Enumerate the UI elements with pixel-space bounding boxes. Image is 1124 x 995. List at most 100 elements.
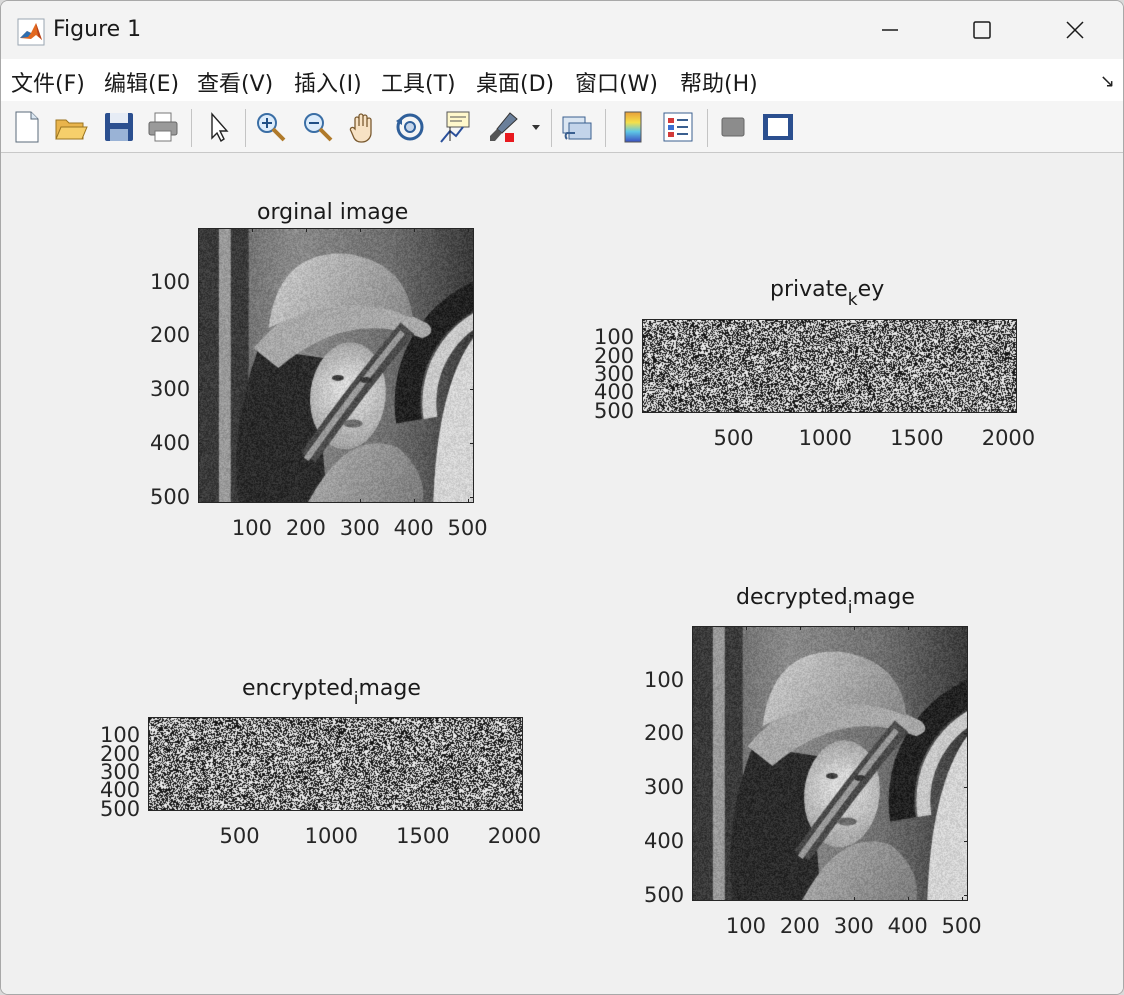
decrypted-image-axes[interactable] — [692, 626, 968, 901]
y-tick-label: 500 — [644, 882, 685, 907]
menu-desktop[interactable]: 桌面(D) — [476, 66, 554, 98]
original-image-axes[interactable] — [198, 228, 474, 503]
x-tick-label: 500 — [713, 426, 754, 450]
axes1-title: orginal image — [257, 200, 409, 225]
x-tick-mark — [467, 228, 469, 232]
portrait-image — [199, 229, 473, 502]
close-button[interactable] — [1052, 9, 1098, 51]
x-tick-mark — [422, 807, 424, 811]
pan-hand-icon — [349, 113, 372, 143]
menu-file[interactable]: 文件(F) — [11, 66, 85, 98]
colorbar-icon — [624, 111, 642, 143]
figure-toolbar — [1, 101, 1123, 153]
zoom-out-button[interactable] — [300, 109, 336, 145]
window-title: Figure 1 — [53, 17, 142, 42]
y-tick-mark — [692, 787, 696, 789]
pan-button[interactable] — [346, 109, 382, 145]
y-tick-mark — [1013, 374, 1017, 376]
open-file-button[interactable] — [53, 109, 89, 145]
y-tick-mark — [519, 790, 523, 792]
x-tick-mark — [907, 897, 909, 901]
y-tick-mark — [198, 335, 202, 337]
data-cursor-icon — [440, 111, 470, 143]
y-tick-mark — [519, 753, 523, 755]
figure-window: Figure 1 文件(F) 编辑(E) 查看(V) 插入(I) 工具(T) 桌… — [0, 0, 1124, 995]
x-tick-mark — [251, 228, 253, 232]
legend-button[interactable] — [660, 109, 696, 145]
print-button[interactable] — [145, 109, 181, 145]
brush-icon — [490, 112, 518, 142]
menu-insert[interactable]: 插入(I) — [294, 66, 362, 98]
menu-edit[interactable]: 编辑(E) — [104, 66, 179, 98]
save-button[interactable] — [101, 109, 137, 145]
y-tick-mark — [148, 772, 152, 774]
y-tick-label: 200 — [644, 721, 685, 746]
colorbar-button[interactable] — [615, 109, 651, 145]
y-tick-mark — [1013, 392, 1017, 394]
axes3-title: encryptedimage — [242, 676, 421, 709]
y-tick-label: 400 — [644, 828, 685, 853]
x-tick-mark — [467, 499, 469, 503]
x-tick-label: 300 — [339, 516, 380, 540]
y-tick-mark — [642, 355, 646, 357]
x-tick-label: 100 — [231, 516, 272, 540]
x-tick-mark — [733, 409, 735, 413]
link-plot-button[interactable] — [559, 109, 595, 145]
title-bar[interactable]: Figure 1 — [1, 1, 1123, 59]
y-tick-mark — [964, 679, 968, 681]
x-tick-mark — [853, 897, 855, 901]
x-tick-label: 400 — [887, 914, 928, 938]
y-tick-label: 400 — [150, 430, 191, 455]
axes2-title: privatekey — [770, 277, 885, 310]
maximize-button[interactable] — [959, 9, 1005, 51]
x-tick-label: 2000 — [981, 426, 1036, 450]
show-plot-tools-icon — [763, 114, 793, 140]
menu-view[interactable]: 查看(V) — [197, 66, 273, 98]
maximize-icon — [973, 21, 991, 39]
menu-window[interactable]: 窗口(W) — [575, 66, 658, 98]
x-tick-label: 500 — [941, 914, 982, 938]
x-tick-label: 1500 — [890, 426, 944, 450]
menu-help[interactable]: 帮助(H) — [680, 66, 758, 98]
y-tick-label: 300 — [644, 775, 685, 800]
x-tick-mark — [251, 499, 253, 503]
y-tick-mark — [1013, 410, 1017, 412]
x-tick-mark — [799, 897, 801, 901]
close-icon — [1066, 21, 1084, 39]
x-tick-mark — [331, 717, 333, 721]
x-tick-mark — [514, 717, 516, 721]
noise-image — [149, 718, 522, 810]
data-cursor-button[interactable] — [438, 109, 474, 145]
encrypted-image-axes[interactable] — [148, 717, 523, 811]
figure-canvas[interactable]: orginal image privatekey encryptedimage … — [1, 154, 1123, 994]
rotate-3d-icon — [396, 113, 424, 141]
private-key-axes[interactable] — [642, 319, 1017, 413]
y-tick-label: 100 — [644, 667, 685, 692]
x-tick-mark — [961, 897, 963, 901]
x-tick-mark — [514, 807, 516, 811]
noise-image — [643, 320, 1016, 412]
edit-plot-button[interactable] — [201, 109, 237, 145]
open-file-icon — [55, 119, 88, 140]
x-tick-mark — [359, 499, 361, 503]
minimize-button[interactable] — [867, 9, 913, 51]
brush-button[interactable] — [486, 109, 522, 145]
dock-figure-icon[interactable]: ↘ — [1100, 71, 1115, 92]
save-icon — [105, 113, 133, 141]
y-tick-mark — [692, 840, 696, 842]
hide-plot-tools-button[interactable] — [715, 109, 751, 145]
y-tick-label: 500 — [594, 398, 635, 423]
x-tick-mark — [305, 228, 307, 232]
zoom-in-button[interactable] — [253, 109, 289, 145]
rotate-3d-button[interactable] — [392, 109, 428, 145]
new-figure-button[interactable] — [9, 109, 45, 145]
x-tick-mark — [745, 897, 747, 901]
x-tick-label: 300 — [833, 914, 874, 938]
axes4-title: decryptedimage — [736, 585, 915, 618]
x-tick-mark — [422, 717, 424, 721]
x-tick-mark — [733, 319, 735, 323]
show-plot-tools-button[interactable] — [760, 109, 796, 145]
menu-tools[interactable]: 工具(T) — [381, 66, 456, 98]
brush-dropdown[interactable] — [527, 109, 545, 145]
portrait-image — [693, 627, 967, 900]
